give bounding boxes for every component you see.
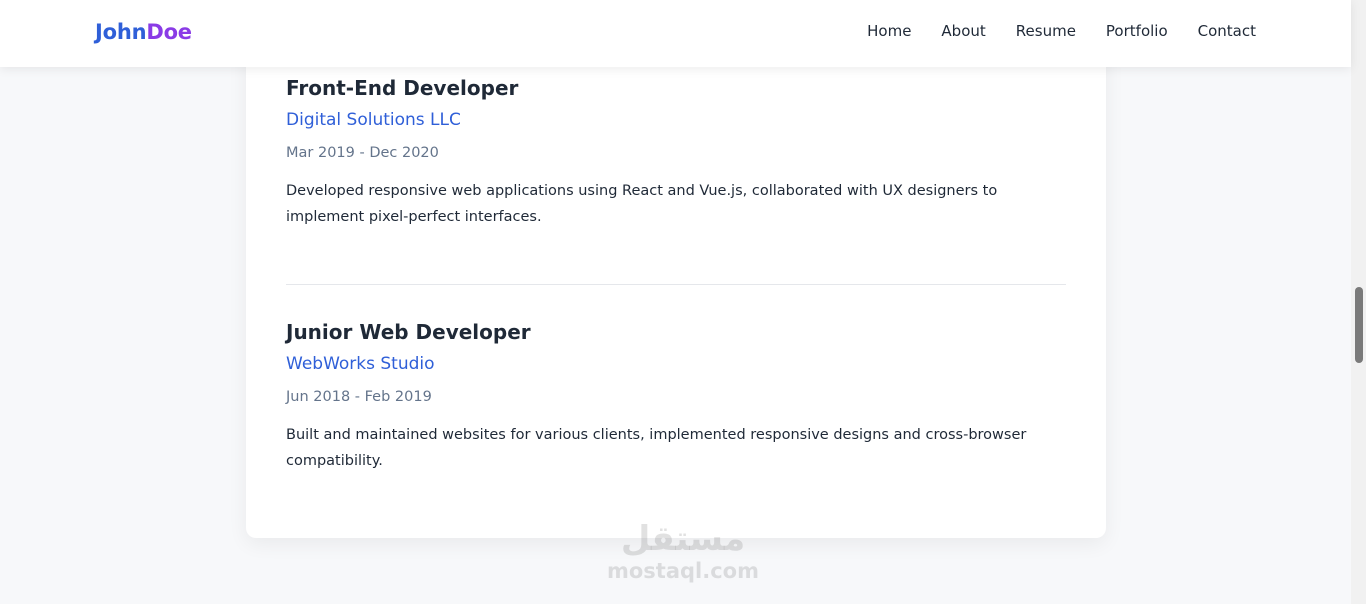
logo[interactable]: JohnDoe <box>95 20 192 44</box>
scrollbar[interactable] <box>1351 0 1366 604</box>
job-title: Junior Web Developer <box>286 320 531 344</box>
site-header: JohnDoe Home About Resume Portfolio Cont… <box>0 0 1351 67</box>
logo-second: Doe <box>146 20 192 44</box>
company-name: WebWorks Studio <box>286 354 435 374</box>
logo-first: John <box>95 20 147 44</box>
experience-item: Front-End Developer Digital Solutions LL… <box>286 76 1066 230</box>
company-name: Digital Solutions LLC <box>286 110 461 130</box>
divider <box>286 284 1066 285</box>
experience-card: Front-End Developer Digital Solutions LL… <box>246 40 1106 538</box>
nav-home[interactable]: Home <box>867 22 911 40</box>
nav-contact[interactable]: Contact <box>1198 22 1256 40</box>
watermark: مستقل mostaql.com <box>603 518 763 582</box>
nav-resume[interactable]: Resume <box>1016 22 1076 40</box>
scrollbar-thumb[interactable] <box>1355 287 1363 363</box>
job-title: Front-End Developer <box>286 76 519 100</box>
job-description: Developed responsive web applications us… <box>286 182 998 225</box>
watermark-latin: mostaql.com <box>607 559 759 583</box>
main-nav: Home About Resume Portfolio Contact <box>867 22 1256 40</box>
nav-portfolio[interactable]: Portfolio <box>1106 22 1168 40</box>
watermark-arabic: مستقل <box>620 519 746 559</box>
job-dates: Jun 2018 - Feb 2019 <box>286 389 432 406</box>
job-dates: Mar 2019 - Dec 2020 <box>286 145 439 162</box>
job-description: Built and maintained websites for variou… <box>286 426 1027 469</box>
nav-about[interactable]: About <box>941 22 985 40</box>
experience-item: Junior Web Developer WebWorks Studio Jun… <box>286 320 1066 474</box>
